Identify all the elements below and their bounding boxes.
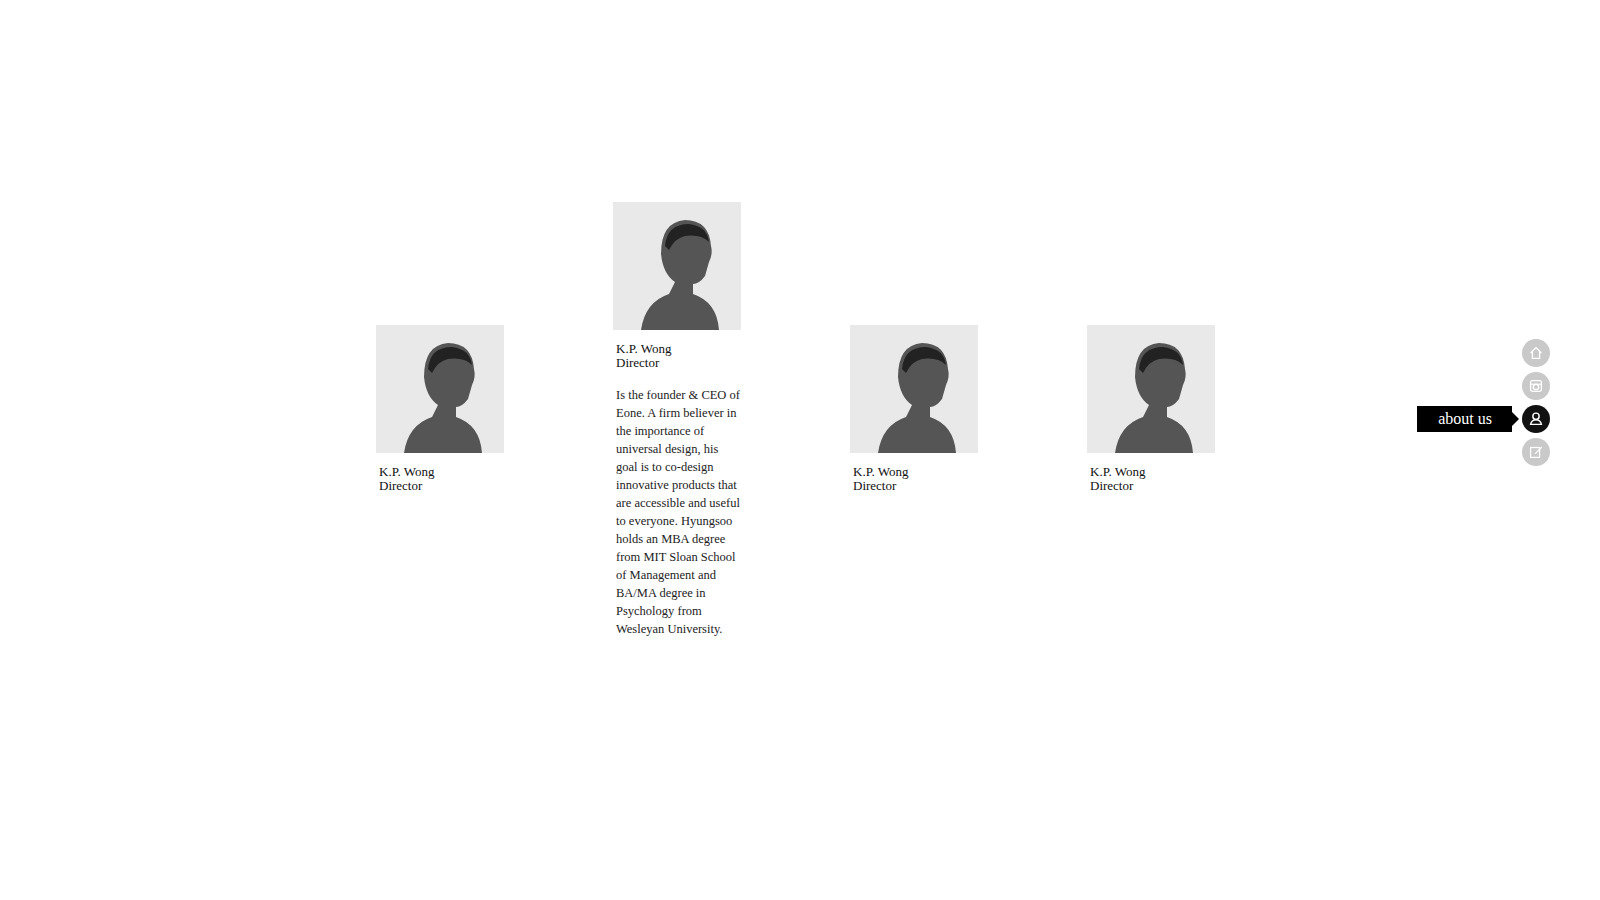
team-list: K.P. WongDirectorK.P. WongDirectorIs the…: [0, 0, 1600, 638]
nav-item[interactable]: [1522, 438, 1550, 466]
nav-item[interactable]: about us: [1522, 405, 1550, 433]
instagram-icon: [1527, 377, 1545, 395]
member-name: K.P. Wong: [853, 465, 975, 479]
edit-icon: [1527, 443, 1545, 461]
member-role: Director: [1090, 479, 1212, 493]
portrait-photo[interactable]: [613, 202, 741, 330]
nav-item[interactable]: [1522, 372, 1550, 400]
member-info: K.P. WongDirector: [376, 453, 504, 493]
portrait-photo[interactable]: [376, 325, 504, 453]
team-card[interactable]: K.P. WongDirector: [1087, 325, 1215, 493]
nav-tooltip: about us: [1417, 406, 1512, 432]
member-name: K.P. Wong: [1090, 465, 1212, 479]
member-bio: Is the founder & CEO of Eone. A firm bel…: [613, 370, 742, 638]
team-card[interactable]: K.P. WongDirector: [376, 325, 504, 493]
member-info: K.P. WongDirector: [1087, 453, 1215, 493]
member-info: K.P. WongDirector: [613, 330, 741, 370]
member-role: Director: [853, 479, 975, 493]
home-icon: [1527, 344, 1545, 362]
portrait-photo[interactable]: [1087, 325, 1215, 453]
member-name: K.P. Wong: [616, 342, 738, 356]
side-nav: about us: [1522, 339, 1550, 466]
portrait-photo[interactable]: [850, 325, 978, 453]
member-name: K.P. Wong: [379, 465, 501, 479]
nav-item[interactable]: [1522, 339, 1550, 367]
team-card[interactable]: K.P. WongDirector: [850, 325, 978, 493]
person-icon: [1527, 410, 1545, 428]
team-card[interactable]: K.P. WongDirectorIs the founder & CEO of…: [613, 202, 741, 638]
member-role: Director: [616, 356, 738, 370]
member-info: K.P. WongDirector: [850, 453, 978, 493]
member-role: Director: [379, 479, 501, 493]
